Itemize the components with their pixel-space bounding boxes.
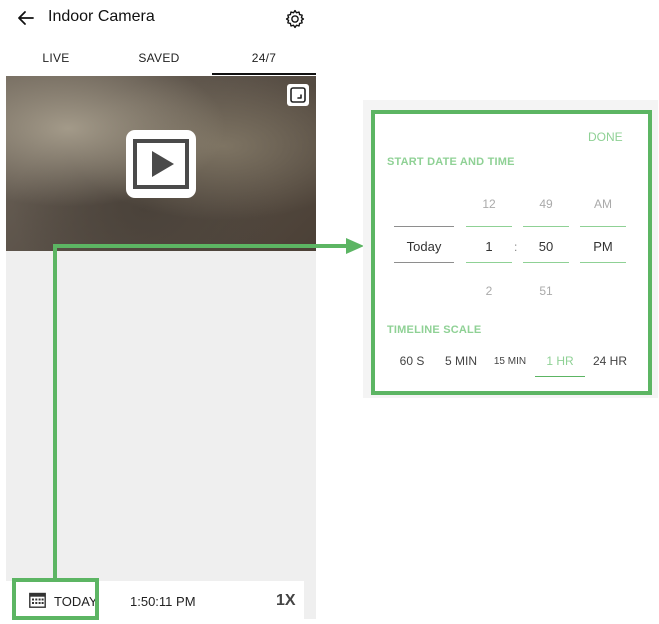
scale-option-1hr[interactable]: 1 HR <box>537 354 583 368</box>
playback-speed-button[interactable]: 1X <box>276 592 296 610</box>
minute-next[interactable]: 51 <box>523 284 569 298</box>
back-arrow-icon[interactable] <box>16 8 36 28</box>
date-selected[interactable]: Today <box>394 239 454 254</box>
minute-prev[interactable]: 49 <box>523 197 569 211</box>
play-icon <box>133 139 189 189</box>
minute-selected[interactable]: 50 <box>523 239 569 254</box>
tab-24-7[interactable]: 24/7 <box>212 46 316 74</box>
tab-saved[interactable]: SAVED <box>106 46 212 74</box>
app-bar: Indoor Camera <box>0 0 317 38</box>
ampm-selected[interactable]: PM <box>580 239 626 254</box>
expand-icon[interactable] <box>287 84 309 106</box>
scale-option-15min[interactable]: 15 MIN <box>489 356 531 367</box>
date-column-bottom-line <box>394 262 454 263</box>
ampm-bottom-line <box>580 262 626 263</box>
date-column-top-line <box>394 226 454 227</box>
today-highlight-box <box>12 578 99 620</box>
scale-option-60s[interactable]: 60 S <box>392 354 432 368</box>
hour-selected[interactable]: 1 <box>466 239 512 254</box>
callout-line-horizontal <box>53 244 350 248</box>
done-button[interactable]: DONE <box>588 130 623 144</box>
ampm-prev[interactable]: AM <box>580 197 626 211</box>
start-date-time-title: START DATE AND TIME <box>387 156 515 168</box>
play-button[interactable] <box>126 130 196 198</box>
page-title: Indoor Camera <box>48 8 155 25</box>
time-separator: : <box>514 240 518 254</box>
hour-next[interactable]: 2 <box>466 284 512 298</box>
active-tab-indicator <box>212 73 316 75</box>
minute-top-line <box>523 226 569 227</box>
tab-live[interactable]: LIVE <box>6 46 106 74</box>
camera-app-screen: Indoor Camera LIVE SAVED 24/7 TODAY 1:50… <box>0 0 317 624</box>
hour-prev[interactable]: 12 <box>466 197 512 211</box>
hour-top-line <box>466 226 512 227</box>
scale-option-5min[interactable]: 5 MIN <box>440 354 482 368</box>
callout-line-vertical <box>53 244 57 579</box>
active-scale-indicator <box>535 376 585 377</box>
gear-icon[interactable] <box>284 8 306 30</box>
callout-arrowhead <box>346 238 364 254</box>
ampm-top-line <box>580 226 626 227</box>
current-time: 1:50:11 PM <box>130 594 196 609</box>
bar-edge <box>304 581 316 619</box>
minute-bottom-line <box>523 262 569 263</box>
timeline-scale-title: TIMELINE SCALE <box>387 324 482 336</box>
tab-bar: LIVE SAVED 24/7 <box>0 46 317 76</box>
hour-bottom-line <box>466 262 512 263</box>
scale-option-24hr[interactable]: 24 HR <box>589 354 631 368</box>
